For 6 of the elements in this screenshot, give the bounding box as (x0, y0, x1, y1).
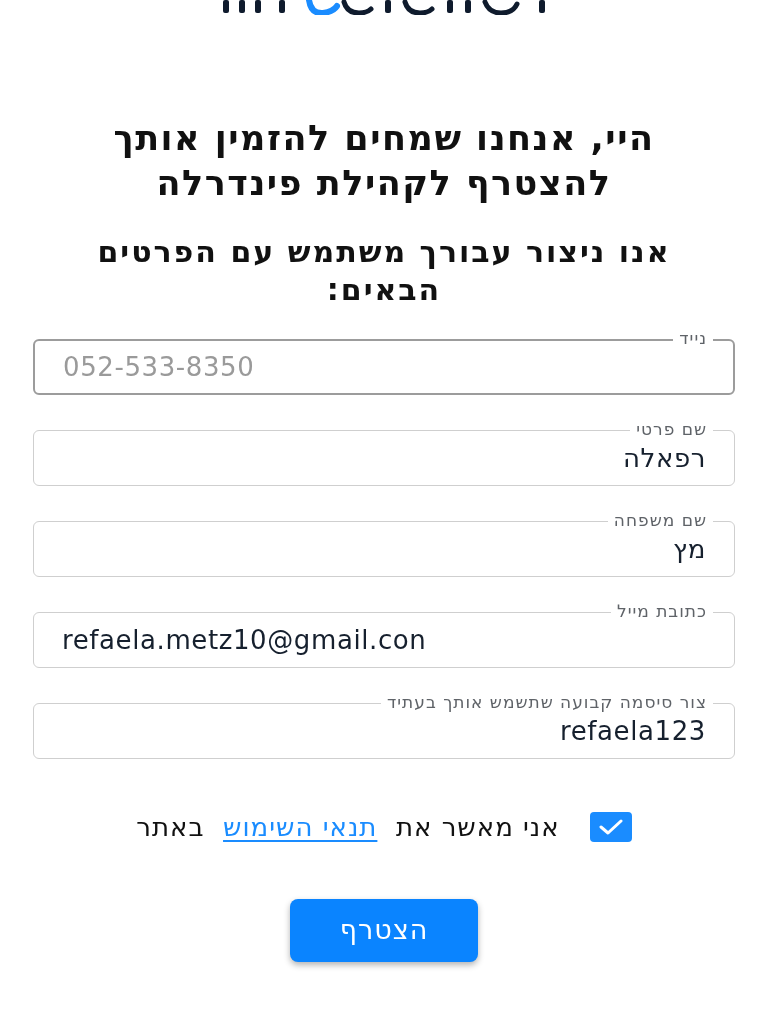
join-button[interactable]: הצטרף (290, 899, 478, 962)
terms-checkbox[interactable] (589, 812, 632, 842)
welcome-heading: היי, אנחנו שמחים להזמין אותך להצטרף לקהילת פינדרלה (112, 117, 656, 205)
terms-consent-text: אני מאשר את תנאי השימוש באתר (136, 811, 560, 843)
intro-subheading: אנו ניצור עבורך משתמש עם הפרטים הבאים: (96, 233, 672, 309)
check-icon (598, 819, 623, 835)
